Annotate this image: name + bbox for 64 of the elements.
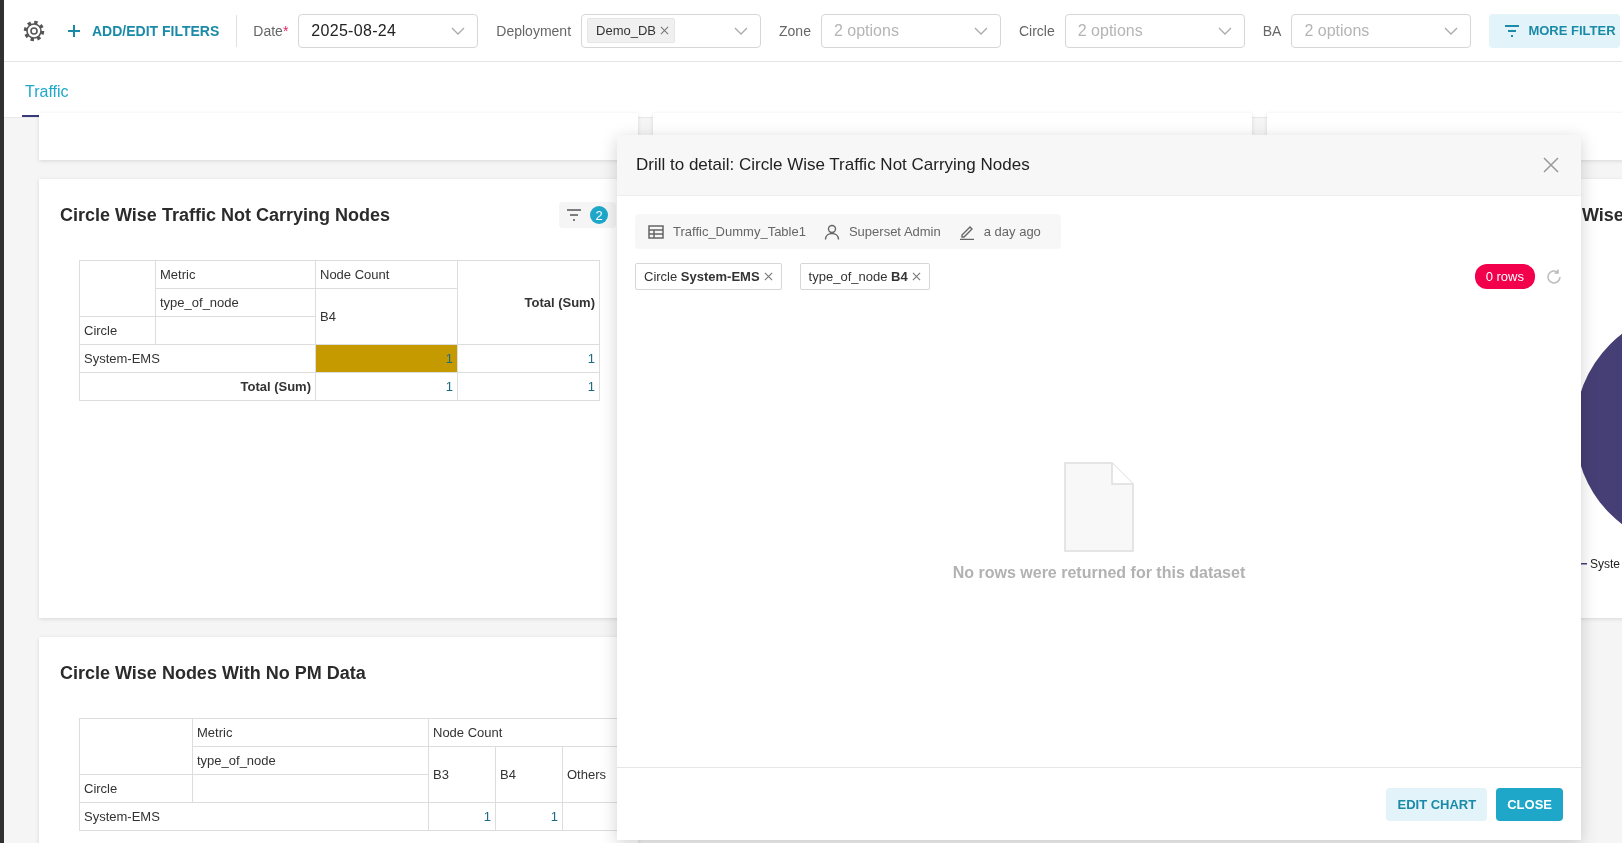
table-cell: 1 bbox=[457, 344, 600, 373]
table-header: type_of_node bbox=[192, 746, 429, 775]
filter-icon bbox=[567, 209, 581, 221]
chevron-down-icon bbox=[451, 26, 466, 35]
chart-title: Circle Wise Nodes With No PM Data bbox=[60, 662, 367, 684]
filter-label: Deployment bbox=[496, 22, 572, 39]
table-icon bbox=[648, 224, 664, 239]
filter-label: Zone bbox=[779, 22, 811, 39]
filter-tag[interactable]: Circle System-EMS bbox=[635, 263, 782, 290]
empty-message: No rows were returned for this dataset bbox=[952, 564, 1246, 582]
settings-icon[interactable] bbox=[22, 18, 46, 43]
metadata-text: a day ago bbox=[983, 224, 1041, 239]
edit-chart-button[interactable]: EDIT CHART bbox=[1386, 787, 1488, 821]
applied-filters-button[interactable]: 2 bbox=[559, 202, 616, 228]
chart-title: Circle Wise Traffic Not Carrying Nodes bbox=[60, 204, 391, 226]
table-cell: Total (Sum) bbox=[79, 372, 316, 401]
table-header: B4 bbox=[495, 746, 563, 803]
close-icon[interactable] bbox=[763, 272, 773, 281]
filter-label: Date* bbox=[253, 22, 289, 39]
filter-label: BA bbox=[1262, 22, 1282, 39]
table-header: B3 bbox=[428, 746, 496, 803]
plus-icon bbox=[68, 24, 80, 37]
selected-tag[interactable]: Demo_DB bbox=[587, 18, 675, 43]
table-header: Metric bbox=[155, 260, 316, 289]
filter-select[interactable]: 2 options bbox=[820, 13, 1001, 48]
metadata-text: Superset Admin bbox=[848, 224, 941, 239]
add-edit-filters-button[interactable]: ADD/EDIT FILTERS bbox=[68, 22, 220, 39]
filter-count: 2 bbox=[590, 206, 608, 224]
table-cell: 1 bbox=[495, 802, 563, 831]
row-count-badge: 0 rows bbox=[1474, 264, 1535, 289]
table-cell: System-EMS bbox=[79, 802, 429, 831]
table-header: Metric bbox=[192, 718, 429, 747]
table-header: Total (Sum) bbox=[457, 260, 600, 345]
filter-label: Circle bbox=[1018, 22, 1055, 39]
legend-label: Syste bbox=[1590, 557, 1620, 571]
user-icon bbox=[823, 223, 840, 240]
filter-select[interactable]: 2025-08-24 bbox=[298, 13, 479, 48]
table-header: Circle bbox=[79, 774, 193, 803]
more-filters-button[interactable]: MORE FILTER bbox=[1489, 13, 1620, 48]
filter-tag[interactable]: type_of_node B4 bbox=[799, 263, 930, 290]
filter-icon bbox=[1505, 24, 1520, 37]
filter-select[interactable]: 2 options bbox=[1291, 13, 1472, 48]
table-cell: 1 bbox=[315, 372, 458, 401]
filter-select[interactable]: 2 options bbox=[1064, 13, 1245, 48]
table-cell: System-EMS bbox=[79, 344, 316, 373]
table-header: Circle bbox=[79, 316, 156, 345]
table-cell: 1 bbox=[457, 372, 600, 401]
table-cell: 1 bbox=[315, 344, 458, 373]
chevron-down-icon bbox=[973, 26, 988, 35]
filter-select[interactable]: Demo_DB bbox=[581, 13, 762, 48]
close-icon[interactable] bbox=[660, 26, 669, 35]
table-cell: 1 bbox=[428, 802, 496, 831]
metadata-text: Traffic_Dummy_Table1 bbox=[673, 224, 806, 239]
table-header: type_of_node bbox=[155, 288, 316, 317]
close-icon[interactable] bbox=[911, 272, 921, 281]
close-icon[interactable] bbox=[1543, 157, 1559, 173]
chevron-down-icon bbox=[1217, 26, 1232, 35]
chevron-down-icon bbox=[734, 26, 749, 35]
close-button[interactable]: CLOSE bbox=[1496, 787, 1563, 821]
dialog-title: Drill to detail: Circle Wise Traffic Not Carrying Nodes bbox=[636, 155, 1030, 175]
empty-document-icon bbox=[1064, 462, 1134, 552]
table-header: Node Count bbox=[315, 260, 458, 289]
chevron-down-icon bbox=[1444, 26, 1459, 35]
legend-marker-icon bbox=[1581, 563, 1587, 565]
